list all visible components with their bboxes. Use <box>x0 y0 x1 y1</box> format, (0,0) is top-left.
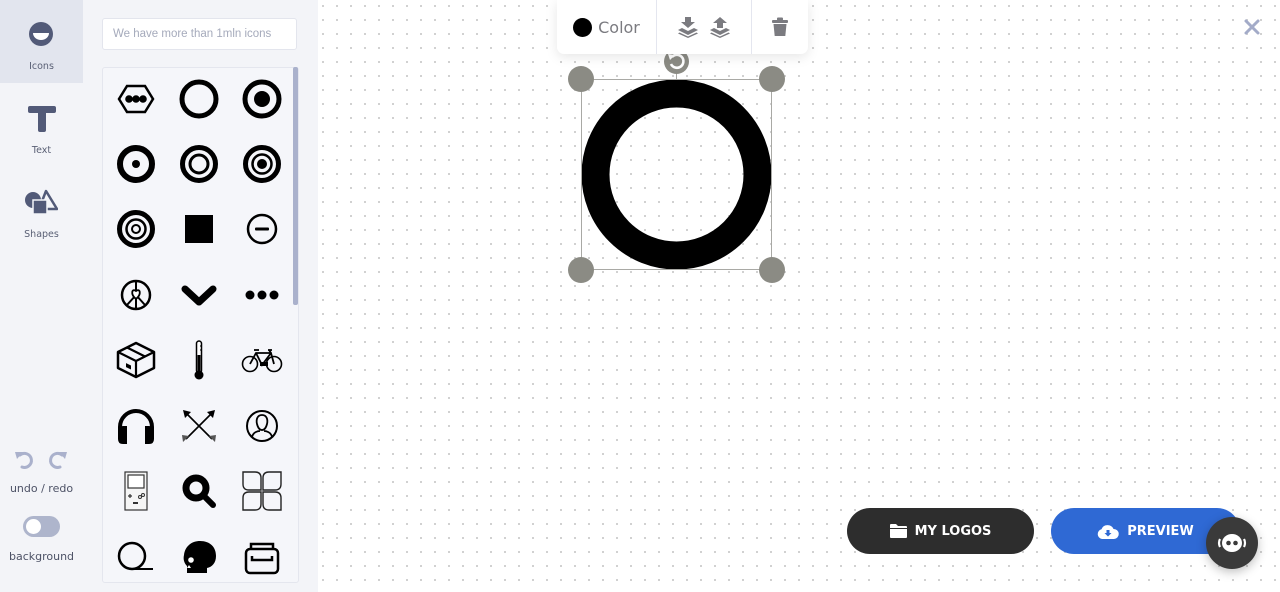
my-logos-button[interactable]: MY LOGOS <box>847 508 1034 554</box>
redo-button[interactable] <box>46 449 68 476</box>
design-canvas[interactable] <box>318 0 1280 592</box>
send-backward-button[interactable] <box>677 0 699 54</box>
resize-handle-top-left[interactable] <box>568 66 594 92</box>
layer-up-icon <box>710 17 730 38</box>
icon-option-thermometer[interactable] <box>174 335 224 385</box>
sidebar-nav: Icons Text Shapes undo / redo background <box>0 0 83 592</box>
icon-option-ring[interactable] <box>174 74 224 124</box>
icon-option-gameboy[interactable] <box>111 466 161 516</box>
magnifier-icon <box>182 474 216 508</box>
thermometer-icon <box>194 340 204 380</box>
undo-redo-label: undo / redo <box>9 482 74 495</box>
icon-option-crossed-arrows[interactable] <box>174 401 224 451</box>
icon-option-chevron-down[interactable] <box>174 270 224 320</box>
icon-option-user-circle[interactable] <box>237 401 287 451</box>
icon-option-loop-circle[interactable] <box>111 532 161 582</box>
close-icon <box>1244 19 1260 35</box>
nav-item-icons[interactable]: Icons <box>0 0 83 83</box>
icon-option-hexagon-dots[interactable] <box>111 74 161 124</box>
layer-down-icon <box>678 17 698 38</box>
element-toolbar: Color <box>557 0 808 54</box>
icon-option-double-ring[interactable] <box>174 139 224 189</box>
icon-option-headphones[interactable] <box>111 401 161 451</box>
target-icon <box>243 145 281 183</box>
icon-option-ring-small-dot[interactable] <box>111 139 161 189</box>
nav-item-text[interactable]: Text <box>0 84 83 167</box>
resize-handle-bottom-left[interactable] <box>568 257 594 283</box>
headphones-icon <box>118 409 154 444</box>
square-icon <box>185 215 213 243</box>
user-circle-icon <box>246 410 278 442</box>
background-toggle[interactable] <box>23 516 60 537</box>
skull-icon <box>183 541 216 573</box>
bullseye-icon <box>117 210 155 248</box>
double-ring-icon <box>180 145 218 183</box>
icon-option-four-petals[interactable] <box>237 466 287 516</box>
toggle-knob <box>26 519 41 534</box>
text-t-icon <box>28 106 56 132</box>
shapes-icon <box>25 189 58 215</box>
icon-option-bullseye[interactable] <box>111 204 161 254</box>
box-icon <box>116 341 156 379</box>
color-swatch <box>573 17 593 37</box>
icon-option-target[interactable] <box>237 139 287 189</box>
icon-grid-scrollbar[interactable] <box>293 67 298 305</box>
drawer-icon <box>244 542 280 575</box>
nav-item-shapes[interactable]: Shapes <box>0 168 83 251</box>
background-label: background <box>8 550 75 563</box>
icon-option-peace-heart[interactable] <box>111 270 161 320</box>
selection-box <box>581 79 772 270</box>
ellipsis-icon <box>245 290 279 300</box>
color-label: Color <box>598 17 640 37</box>
icon-option-minus-circle[interactable] <box>237 204 287 254</box>
my-logos-label: MY LOGOS <box>914 523 992 539</box>
loop-circle-icon <box>117 541 153 571</box>
crossed-arrows-icon <box>182 410 216 442</box>
undo-redo-group <box>14 449 70 471</box>
icon-option-box[interactable] <box>111 335 161 385</box>
close-button[interactable] <box>1243 18 1261 36</box>
undo-icon <box>15 451 33 469</box>
nav-item-label: Icons <box>29 61 54 72</box>
chat-bot-button[interactable] <box>1206 517 1258 569</box>
cloud-download-icon <box>1097 524 1119 539</box>
icon-option-magnifier[interactable] <box>174 466 224 516</box>
redo-icon <box>49 451 67 469</box>
ring-dot-icon <box>242 79 282 119</box>
color-picker-button[interactable]: Color <box>557 0 656 54</box>
robot-face-icon <box>1217 534 1247 552</box>
bicycle-icon <box>241 349 283 373</box>
icon-grid <box>102 67 299 583</box>
nav-item-label: Text <box>31 145 52 156</box>
ring-small-dot-icon <box>117 145 155 183</box>
gameboy-icon <box>124 471 148 511</box>
icon-option-ring-dot[interactable] <box>237 74 287 124</box>
icon-option-drawer[interactable] <box>237 532 287 582</box>
resize-handle-top-right[interactable] <box>759 66 785 92</box>
chevron-down-icon <box>181 285 217 306</box>
bring-forward-button[interactable] <box>709 0 731 54</box>
nav-item-label: Shapes <box>24 229 59 240</box>
preview-label: PREVIEW <box>1127 523 1194 539</box>
minus-circle-icon <box>246 213 278 245</box>
delete-button[interactable] <box>752 0 808 54</box>
icon-option-bicycle[interactable] <box>237 335 287 385</box>
icon-option-ellipsis[interactable] <box>237 270 287 320</box>
folder-icon <box>889 524 907 538</box>
hexagon-dots-icon <box>117 84 155 114</box>
ring-icon <box>179 79 219 119</box>
peace-heart-icon <box>120 279 152 311</box>
icon-option-skull[interactable] <box>174 532 224 582</box>
icon-search-input[interactable] <box>102 18 297 50</box>
smile-icon <box>29 22 53 46</box>
resize-handle-bottom-right[interactable] <box>759 257 785 283</box>
icon-option-square[interactable] <box>174 204 224 254</box>
undo-button[interactable] <box>14 449 36 476</box>
toolbar-divider <box>656 0 657 54</box>
trash-icon <box>772 17 788 36</box>
four-petals-icon <box>242 471 282 511</box>
